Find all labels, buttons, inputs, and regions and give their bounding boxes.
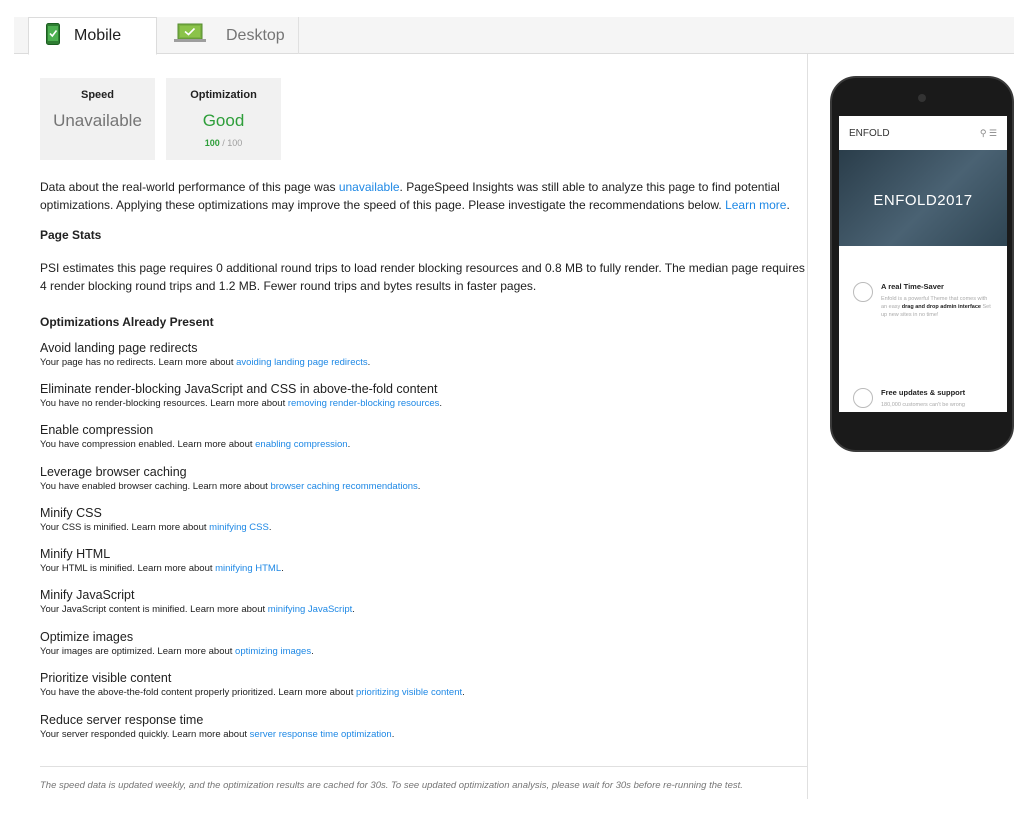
optimization-value: Good [202,111,245,130]
preview-header: ENFOLD ⚲ ☰ [839,116,1007,150]
preview-hero-title: ENFOLD2017 [873,192,973,209]
rule-item: Optimize images Your images are optimize… [40,629,810,659]
score-cards: Speed Unavailable Optimization Good 100 … [40,78,281,160]
rule-desc: You have no render-blocking resources. L… [40,398,443,409]
preview-feature: Free updates & support 180,000 customers… [853,388,993,409]
footer-divider [40,766,808,767]
rule-title: Minify HTML [40,547,111,561]
rule-title: Avoid landing page redirects [40,341,198,355]
results-panel: Speed Unavailable Optimization Good 100 … [14,54,808,799]
rule-title: Minify CSS [40,506,102,520]
rule-desc: Your server responded quickly. Learn mor… [40,729,395,740]
speed-value: Unavailable [53,111,142,130]
speed-card: Speed Unavailable [40,78,155,160]
preview-feature: A real Time-Saver Enfold is a powerful T… [853,282,993,319]
rule-link[interactable]: avoiding landing page redirects [236,357,368,368]
device-tab-bar: Mobile Desktop [14,17,1014,55]
rule-desc: You have compression enabled. Learn more… [40,439,351,450]
rule-item: Minify JavaScript Your JavaScript conten… [40,587,810,617]
preview-hero: ENFOLD2017 [839,150,1007,246]
rule-link[interactable]: enabling compression [255,439,347,450]
rule-title: Enable compression [40,423,154,437]
rule-desc: Your images are optimized. Learn more ab… [40,646,314,657]
rule-link[interactable]: removing render-blocking resources [288,398,440,409]
rule-link[interactable]: prioritizing visible content [356,687,462,698]
preview-feature-title: Free updates & support [881,388,966,397]
preview-menu-icon: ⚲ ☰ [979,127,997,138]
rule-title: Reduce server response time [40,713,204,727]
learn-more-link[interactable]: Learn more [725,198,786,212]
speed-label: Speed [80,89,114,101]
clock-icon [853,282,873,302]
preview-logo: ENFOLD [849,127,890,139]
page-stats-text: PSI estimates this page requires 0 addit… [40,261,805,293]
rule-title: Leverage browser caching [40,465,187,479]
rule-title: Eliminate render-blocking JavaScript and… [40,382,438,396]
optimization-card: Optimization Good 100 / 100 [166,78,281,160]
preview-feature-desc: Enfold is a powerful Theme that comes wi… [881,296,991,318]
unavailable-link[interactable]: unavailable [339,180,400,194]
rule-link[interactable]: server response time optimization [250,729,392,740]
preview-feature-desc: 180,000 customers can't be wrong [881,402,965,408]
optimizations-heading: Optimizations Already Present [40,315,214,329]
rule-title: Minify JavaScript [40,588,135,602]
rule-desc: You have the above-the-fold content prop… [40,687,465,698]
rule-link[interactable]: minifying CSS [209,522,269,533]
rule-link[interactable]: browser caching recommendations [270,481,417,492]
rule-item: Leverage browser caching You have enable… [40,464,810,494]
rule-title: Prioritize visible content [40,671,172,685]
rule-item: Reduce server response time Your server … [40,712,810,742]
tab-desktop[interactable]: Desktop [157,17,299,54]
preview-feature-title: A real Time-Saver [881,282,944,291]
tab-mobile-label: Mobile [74,27,122,44]
footer-note: The speed data is updated weekly, and th… [40,780,743,791]
rule-item: Enable compression You have compression … [40,422,810,452]
tab-mobile[interactable]: Mobile [28,17,157,55]
rule-link[interactable]: minifying JavaScript [268,604,352,615]
optimization-label: Optimization [190,89,257,101]
rule-item: Minify HTML Your HTML is minified. Learn… [40,546,810,576]
preview-screen: ENFOLD ⚲ ☰ ENFOLD2017 A real Time-Saver … [839,116,1007,412]
tab-desktop-label: Desktop [226,26,285,44]
phone-check-icon [46,22,60,50]
rule-item: Eliminate render-blocking JavaScript and… [40,381,810,411]
page-stats-heading: Page Stats [40,228,102,242]
rule-link[interactable]: minifying HTML [215,563,281,574]
mobile-preview: ENFOLD ⚲ ☰ ENFOLD2017 A real Time-Saver … [830,76,1014,452]
rule-desc: Your CSS is minified. Learn more about m… [40,522,272,533]
rule-item: Avoid landing page redirects Your page h… [40,340,810,370]
rule-desc: Your JavaScript content is minified. Lea… [40,604,355,615]
rule-desc: Your HTML is minified. Learn more about … [40,563,284,574]
lifebuoy-icon [853,388,873,408]
optimization-score: 100 / 100 [204,138,243,148]
rule-desc: Your page has no redirects. Learn more a… [40,357,371,368]
rule-link[interactable]: optimizing images [235,646,311,657]
laptop-check-icon [174,23,206,48]
phone-camera [918,94,926,102]
intro-text: Data about the real-world performance of… [40,180,790,212]
rule-item: Minify CSS Your CSS is minified. Learn m… [40,505,810,535]
rule-desc: You have enabled browser caching. Learn … [40,481,421,492]
rule-title: Optimize images [40,630,134,644]
rule-item: Prioritize visible content You have the … [40,670,810,700]
